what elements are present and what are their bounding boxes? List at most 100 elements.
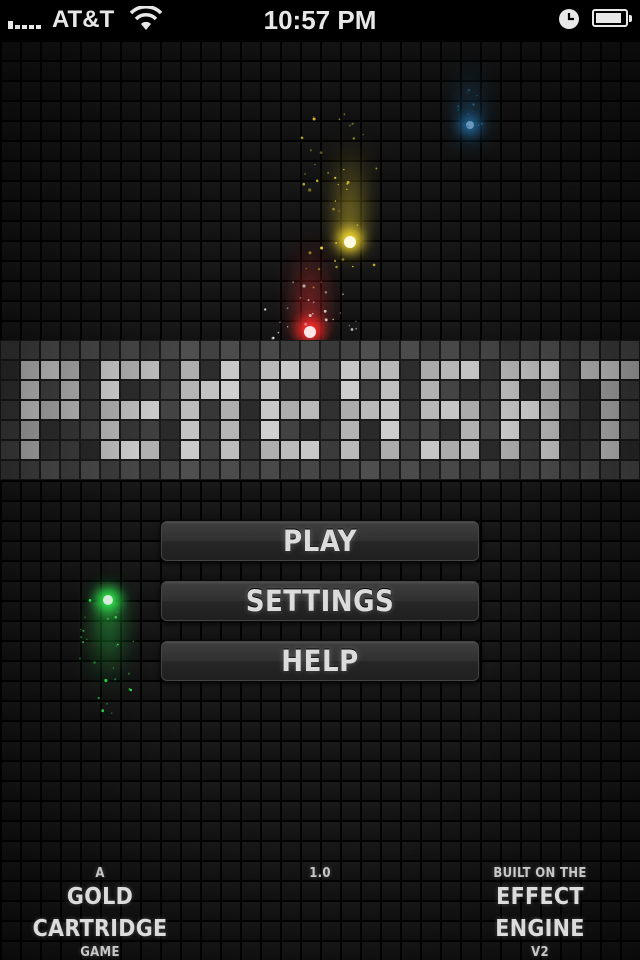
logo-tile: [481, 461, 499, 479]
logo-tile: [521, 381, 539, 399]
logo-tile: [41, 441, 59, 459]
logo-tile: [401, 401, 419, 419]
spark-particle: [476, 95, 478, 97]
settings-button[interactable]: SETTINGS: [160, 580, 480, 622]
spark-particle: [334, 200, 337, 202]
logo-tile: [561, 341, 579, 359]
spark-particle: [339, 312, 341, 314]
spark-particle: [466, 92, 468, 94]
spark-particle: [106, 617, 109, 620]
spark-particle: [335, 265, 338, 269]
logo-tile: [121, 461, 139, 479]
logo-tile: [481, 381, 499, 399]
spark-particle: [312, 116, 315, 118]
logo-tile: [621, 381, 639, 399]
credit-left-line2: GOLD CARTRIDGE: [32, 884, 168, 942]
logo-tile: [361, 401, 379, 419]
spark-particle: [337, 184, 339, 186]
logo-tile: [441, 381, 459, 399]
logo-tile: [541, 401, 559, 419]
spark-particle: [312, 117, 316, 121]
logo-tile: [161, 361, 179, 379]
spark-particle: [314, 164, 316, 166]
spark-particle: [342, 293, 344, 296]
logo-tile: [421, 381, 439, 399]
logo-tile: [41, 361, 59, 379]
help-button[interactable]: HELP: [160, 640, 480, 682]
logo-tile: [361, 421, 379, 439]
logo-tile: [521, 461, 539, 479]
logo-tile: [501, 441, 519, 459]
logo-tile: [141, 461, 159, 479]
logo-tile: [61, 441, 79, 459]
logo-tile: [361, 461, 379, 479]
logo-tile: [561, 421, 579, 439]
spark-particle: [320, 246, 324, 250]
logo-tile: [541, 441, 559, 459]
spark-particle: [111, 712, 113, 714]
logo-tile: [381, 461, 399, 479]
logo-tile: [41, 341, 59, 359]
spark-particle: [346, 188, 348, 191]
logo-tile: [281, 341, 299, 359]
logo-tile: [581, 421, 599, 439]
logo-tile: [501, 361, 519, 379]
spark-particle: [480, 122, 483, 125]
logo-tile: [421, 461, 439, 479]
logo-tile: [61, 361, 79, 379]
logo-tile: [81, 401, 99, 419]
logo-tile: [261, 441, 279, 459]
logo-tile: [281, 401, 299, 419]
play-button[interactable]: PLAY: [160, 520, 480, 562]
spark-particle: [78, 657, 82, 660]
spark-particle: [320, 281, 322, 283]
logo-tile: [481, 421, 499, 439]
spark-particle: [352, 265, 354, 268]
logo-tile: [121, 341, 139, 359]
spark-particle: [338, 118, 341, 121]
logo-tile: [101, 421, 119, 439]
logo-tile: [261, 381, 279, 399]
spark-particle: [299, 296, 302, 299]
logo-tile: [301, 441, 319, 459]
logo-tile: [601, 461, 619, 479]
logo-tile: [341, 341, 359, 359]
yellow-comet: [338, 140, 362, 252]
logo-tile: [621, 441, 639, 459]
spark-particle: [351, 122, 354, 125]
logo-tile: [241, 441, 259, 459]
logo-tile: [581, 441, 599, 459]
spark-particle: [308, 251, 312, 255]
spark-particle: [467, 113, 469, 115]
logo-tile: [341, 361, 359, 379]
logo-tile: [541, 461, 559, 479]
logo-tile: [181, 421, 199, 439]
logo-tile: [601, 421, 619, 439]
logo-tile: [161, 401, 179, 419]
credit-right-line3: V2: [531, 945, 549, 960]
logo-tile: [221, 401, 239, 419]
logo-tile: [441, 441, 459, 459]
logo-tile: [201, 421, 219, 439]
logo-tile: [241, 341, 259, 359]
logo-tile: [81, 441, 99, 459]
logo-tile: [421, 341, 439, 359]
logo-tile: [381, 361, 399, 379]
logo-tile: [601, 401, 619, 419]
spark-particle: [355, 320, 357, 322]
logo-tile: [161, 441, 179, 459]
logo-tile: [581, 341, 599, 359]
spark-particle: [277, 331, 280, 334]
developer-credit: A GOLD CARTRIDGE GAME: [10, 866, 190, 960]
credit-left-line1: A: [95, 866, 105, 881]
logo-tile: [121, 401, 139, 419]
logo-tile: [201, 401, 219, 419]
spark-particle: [80, 628, 82, 631]
logo-tile: [21, 341, 39, 359]
logo-tile: [441, 421, 459, 439]
spark-particle: [319, 151, 323, 154]
logo-tile: [61, 421, 79, 439]
logo-tile: [61, 341, 79, 359]
logo-tile: [241, 381, 259, 399]
logo-tile: [281, 361, 299, 379]
